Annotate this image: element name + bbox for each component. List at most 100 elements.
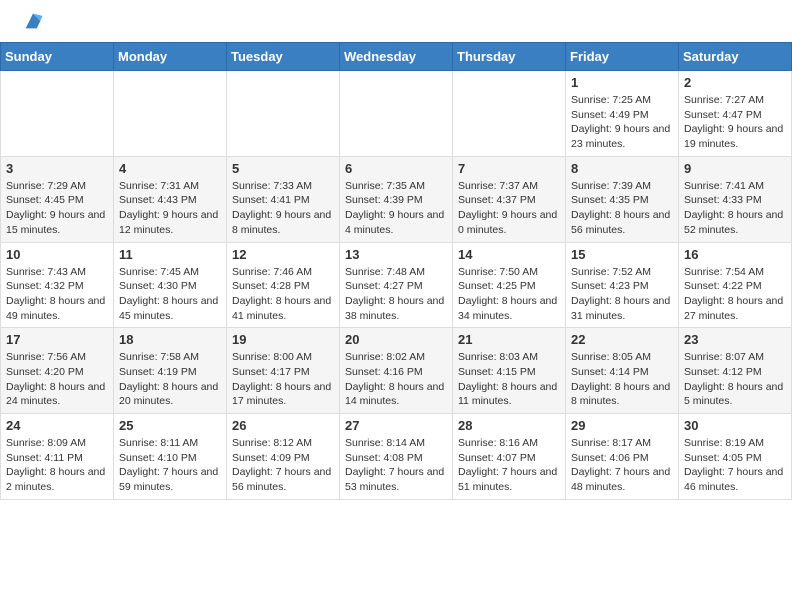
day-info: Sunrise: 7:46 AM Sunset: 4:28 PM Dayligh… bbox=[232, 265, 334, 324]
day-info: Sunrise: 8:07 AM Sunset: 4:12 PM Dayligh… bbox=[684, 350, 786, 409]
calendar-cell bbox=[340, 71, 453, 157]
day-info: Sunrise: 8:03 AM Sunset: 4:15 PM Dayligh… bbox=[458, 350, 560, 409]
calendar-cell: 24Sunrise: 8:09 AM Sunset: 4:11 PM Dayli… bbox=[1, 414, 114, 500]
calendar-cell: 20 Sunrise: 8:02 AM Sunset: 4:16 PM Dayli… bbox=[340, 328, 453, 414]
day-number: 7 bbox=[458, 161, 560, 176]
day-number: 8 bbox=[571, 161, 673, 176]
day-number: 13 bbox=[345, 247, 447, 262]
day-number: 1 bbox=[571, 75, 673, 90]
day-info: Sunrise: 7:39 AM Sunset: 4:35 PM Dayligh… bbox=[571, 179, 673, 238]
calendar-cell: 16 Sunrise: 7:54 AM Sunset: 4:22 PM Dayli… bbox=[679, 242, 792, 328]
day-info: Sunrise: 8:02 AM Sunset: 4:16 PM Dayligh… bbox=[345, 350, 447, 409]
day-info: Sunrise: 7:56 AM Sunset: 4:20 PM Dayligh… bbox=[6, 350, 108, 409]
day-info: Sunrise: 7:58 AM Sunset: 4:19 PM Dayligh… bbox=[119, 350, 221, 409]
calendar-cell: 14 Sunrise: 7:50 AM Sunset: 4:25 PM Dayli… bbox=[453, 242, 566, 328]
logo-icon bbox=[22, 10, 44, 32]
calendar-cell bbox=[1, 71, 114, 157]
calendar-cell: 21Sunrise: 8:03 AM Sunset: 4:15 PM Dayli… bbox=[453, 328, 566, 414]
calendar-cell: 9 Sunrise: 7:41 AM Sunset: 4:33 PM Daylig… bbox=[679, 156, 792, 242]
day-info: Sunrise: 7:43 AM Sunset: 4:32 PM Dayligh… bbox=[6, 265, 108, 324]
calendar: SundayMondayTuesdayWednesdayThursdayFrid… bbox=[0, 42, 792, 500]
calendar-header-monday: Monday bbox=[114, 43, 227, 71]
day-number: 29 bbox=[571, 418, 673, 433]
day-info: Sunrise: 7:33 AM Sunset: 4:41 PM Dayligh… bbox=[232, 179, 334, 238]
calendar-cell: 8 Sunrise: 7:39 AM Sunset: 4:35 PM Daylig… bbox=[566, 156, 679, 242]
day-number: 18 bbox=[119, 332, 221, 347]
calendar-cell: 30Sunrise: 8:19 AM Sunset: 4:05 PM Dayli… bbox=[679, 414, 792, 500]
day-number: 12 bbox=[232, 247, 334, 262]
day-number: 25 bbox=[119, 418, 221, 433]
calendar-cell: 2 Sunrise: 7:27 AM Sunset: 4:47 PM Daylig… bbox=[679, 71, 792, 157]
day-info: Sunrise: 8:12 AM Sunset: 4:09 PM Dayligh… bbox=[232, 436, 334, 495]
calendar-week-row: 10 Sunrise: 7:43 AM Sunset: 4:32 PM Dayli… bbox=[1, 242, 792, 328]
calendar-header-row: SundayMondayTuesdayWednesdayThursdayFrid… bbox=[1, 43, 792, 71]
calendar-cell: 25 Sunrise: 8:11 AM Sunset: 4:10 PM Dayli… bbox=[114, 414, 227, 500]
calendar-week-row: 1 Sunrise: 7:25 AM Sunset: 4:49 PM Daylig… bbox=[1, 71, 792, 157]
calendar-header-tuesday: Tuesday bbox=[227, 43, 340, 71]
calendar-header-friday: Friday bbox=[566, 43, 679, 71]
calendar-week-row: 17 Sunrise: 7:56 AM Sunset: 4:20 PM Dayli… bbox=[1, 328, 792, 414]
calendar-cell: 23Sunrise: 8:07 AM Sunset: 4:12 PM Dayli… bbox=[679, 328, 792, 414]
day-info: Sunrise: 7:31 AM Sunset: 4:43 PM Dayligh… bbox=[119, 179, 221, 238]
calendar-cell: 12 Sunrise: 7:46 AM Sunset: 4:28 PM Dayli… bbox=[227, 242, 340, 328]
day-number: 30 bbox=[684, 418, 786, 433]
day-info: Sunrise: 8:14 AM Sunset: 4:08 PM Dayligh… bbox=[345, 436, 447, 495]
day-number: 6 bbox=[345, 161, 447, 176]
day-info: Sunrise: 7:48 AM Sunset: 4:27 PM Dayligh… bbox=[345, 265, 447, 324]
day-number: 28 bbox=[458, 418, 560, 433]
day-info: Sunrise: 8:11 AM Sunset: 4:10 PM Dayligh… bbox=[119, 436, 221, 495]
day-number: 16 bbox=[684, 247, 786, 262]
day-info: Sunrise: 7:35 AM Sunset: 4:39 PM Dayligh… bbox=[345, 179, 447, 238]
calendar-header-saturday: Saturday bbox=[679, 43, 792, 71]
day-number: 9 bbox=[684, 161, 786, 176]
calendar-cell: 15 Sunrise: 7:52 AM Sunset: 4:23 PM Dayli… bbox=[566, 242, 679, 328]
day-info: Sunrise: 8:05 AM Sunset: 4:14 PM Dayligh… bbox=[571, 350, 673, 409]
calendar-cell: 19 Sunrise: 8:00 AM Sunset: 4:17 PM Dayli… bbox=[227, 328, 340, 414]
calendar-cell bbox=[453, 71, 566, 157]
calendar-header-thursday: Thursday bbox=[453, 43, 566, 71]
calendar-cell: 4 Sunrise: 7:31 AM Sunset: 4:43 PM Daylig… bbox=[114, 156, 227, 242]
calendar-week-row: 24Sunrise: 8:09 AM Sunset: 4:11 PM Dayli… bbox=[1, 414, 792, 500]
calendar-cell: 1 Sunrise: 7:25 AM Sunset: 4:49 PM Daylig… bbox=[566, 71, 679, 157]
logo bbox=[20, 10, 44, 32]
day-number: 10 bbox=[6, 247, 108, 262]
day-number: 22 bbox=[571, 332, 673, 347]
day-info: Sunrise: 7:50 AM Sunset: 4:25 PM Dayligh… bbox=[458, 265, 560, 324]
day-info: Sunrise: 7:29 AM Sunset: 4:45 PM Dayligh… bbox=[6, 179, 108, 238]
day-number: 20 bbox=[345, 332, 447, 347]
calendar-cell: 3 Sunrise: 7:29 AM Sunset: 4:45 PM Daylig… bbox=[1, 156, 114, 242]
calendar-cell: 29 Sunrise: 8:17 AM Sunset: 4:06 PM Dayli… bbox=[566, 414, 679, 500]
day-number: 27 bbox=[345, 418, 447, 433]
day-info: Sunrise: 7:45 AM Sunset: 4:30 PM Dayligh… bbox=[119, 265, 221, 324]
calendar-week-row: 3 Sunrise: 7:29 AM Sunset: 4:45 PM Daylig… bbox=[1, 156, 792, 242]
day-info: Sunrise: 7:52 AM Sunset: 4:23 PM Dayligh… bbox=[571, 265, 673, 324]
day-info: Sunrise: 8:16 AM Sunset: 4:07 PM Dayligh… bbox=[458, 436, 560, 495]
calendar-header-wednesday: Wednesday bbox=[340, 43, 453, 71]
day-number: 11 bbox=[119, 247, 221, 262]
day-number: 5 bbox=[232, 161, 334, 176]
header bbox=[0, 0, 792, 37]
calendar-cell: 10 Sunrise: 7:43 AM Sunset: 4:32 PM Dayli… bbox=[1, 242, 114, 328]
day-number: 14 bbox=[458, 247, 560, 262]
day-info: Sunrise: 7:27 AM Sunset: 4:47 PM Dayligh… bbox=[684, 93, 786, 152]
day-info: Sunrise: 7:41 AM Sunset: 4:33 PM Dayligh… bbox=[684, 179, 786, 238]
day-number: 26 bbox=[232, 418, 334, 433]
calendar-cell bbox=[114, 71, 227, 157]
calendar-cell: 26 Sunrise: 8:12 AM Sunset: 4:09 PM Dayli… bbox=[227, 414, 340, 500]
day-info: Sunrise: 8:17 AM Sunset: 4:06 PM Dayligh… bbox=[571, 436, 673, 495]
day-info: Sunrise: 7:25 AM Sunset: 4:49 PM Dayligh… bbox=[571, 93, 673, 152]
day-number: 15 bbox=[571, 247, 673, 262]
calendar-cell: 5 Sunrise: 7:33 AM Sunset: 4:41 PM Daylig… bbox=[227, 156, 340, 242]
day-info: Sunrise: 7:37 AM Sunset: 4:37 PM Dayligh… bbox=[458, 179, 560, 238]
day-info: Sunrise: 7:54 AM Sunset: 4:22 PM Dayligh… bbox=[684, 265, 786, 324]
day-number: 17 bbox=[6, 332, 108, 347]
day-number: 3 bbox=[6, 161, 108, 176]
calendar-cell: 17 Sunrise: 7:56 AM Sunset: 4:20 PM Dayli… bbox=[1, 328, 114, 414]
day-number: 19 bbox=[232, 332, 334, 347]
day-number: 24 bbox=[6, 418, 108, 433]
day-number: 2 bbox=[684, 75, 786, 90]
calendar-header-sunday: Sunday bbox=[1, 43, 114, 71]
calendar-cell: 27 Sunrise: 8:14 AM Sunset: 4:08 PM Dayli… bbox=[340, 414, 453, 500]
day-info: Sunrise: 8:00 AM Sunset: 4:17 PM Dayligh… bbox=[232, 350, 334, 409]
day-number: 4 bbox=[119, 161, 221, 176]
